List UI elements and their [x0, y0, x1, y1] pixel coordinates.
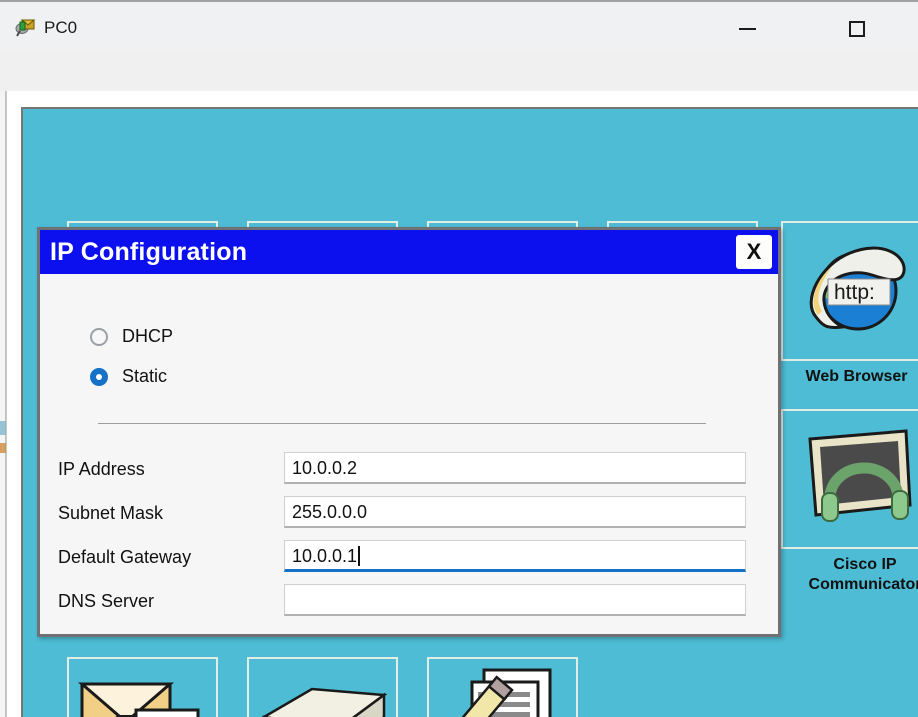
dialog-body: DHCP Static IP Address 10.0.0.2 Subnet M… — [40, 274, 778, 634]
minimize-icon — [738, 28, 756, 30]
field-row-dns-server: DNS Server — [40, 584, 778, 618]
ip-configuration-dialog: IP Configuration X DHCP Static IP Addres… — [37, 227, 781, 637]
pppoe-dialer-icon — [256, 681, 390, 717]
web-browser-label: Web Browser — [805, 368, 908, 385]
web-browser-icon: http: — [798, 235, 916, 347]
default-gateway-label: Default Gateway — [58, 547, 192, 567]
dns-server-label: DNS Server — [58, 591, 155, 611]
ip-communicator-label: Cisco IP Communicator — [808, 556, 918, 593]
maximize-icon — [849, 21, 865, 37]
text-editor-tile-box[interactable] — [427, 657, 578, 717]
maximize-button[interactable] — [834, 12, 880, 46]
pppoe-dialer-tile-box[interactable] — [247, 657, 398, 717]
desktop-tile-ip-communicator[interactable]: Cisco IP Communicator — [781, 409, 918, 595]
window-title: PC0 — [44, 18, 78, 37]
dialog-title: IP Configuration — [50, 238, 248, 266]
default-gateway-value: 10.0.0.1 — [292, 546, 358, 566]
text-caret — [358, 546, 360, 566]
ip-address-input[interactable]: 10.0.0.2 — [284, 452, 746, 484]
dns-server-input[interactable] — [284, 584, 746, 616]
desktop-tile-email[interactable]: @ E Mail — [67, 657, 218, 717]
radio-static-indicator[interactable] — [90, 367, 108, 386]
text-editor-icon — [438, 666, 568, 717]
close-icon[interactable]: X — [736, 235, 772, 269]
window-titlebar: PC0 — [0, 4, 918, 50]
dialog-titlebar: IP Configuration X — [40, 230, 778, 274]
desktop-pane: Text Editor http: Web — [21, 107, 918, 717]
default-gateway-input[interactable]: 10.0.0.1 — [284, 540, 746, 572]
radio-dhcp-indicator[interactable] — [90, 327, 108, 346]
web-browser-tile-box[interactable]: http: — [781, 221, 918, 361]
radio-dhcp-label: DHCP — [122, 326, 174, 346]
email-icon: @ — [77, 668, 208, 717]
tab-content-frame: Text Editor http: Web — [6, 91, 918, 717]
svg-text:http:: http: — [834, 281, 875, 304]
subnet-mask-input[interactable]: 255.0.0.0 — [284, 496, 746, 528]
subnet-mask-value: 255.0.0.0 — [292, 502, 368, 522]
pt-device-icon — [14, 16, 38, 40]
ip-communicator-tile-box[interactable] — [781, 409, 918, 549]
radio-dhcp[interactable]: DHCP — [90, 326, 173, 347]
field-row-default-gateway: Default Gateway 10.0.0.1 — [40, 540, 778, 574]
email-tile-box[interactable]: @ — [67, 657, 218, 717]
pc0-window: PC0 Physical Config Desktop — [0, 0, 918, 717]
desktop-tile-web-browser[interactable]: http: Web Browser — [781, 221, 918, 387]
field-row-ip-address: IP Address 10.0.0.2 — [40, 452, 778, 486]
ip-address-value: 10.0.0.2 — [292, 458, 358, 478]
desktop-tile-pppoe-dialer[interactable]: PPPoE Dialer — [247, 657, 398, 717]
ip-address-label: IP Address — [58, 459, 145, 479]
desktop-tile-text-editor[interactable]: Text Editor — [427, 657, 578, 717]
dialog-separator — [98, 423, 706, 424]
field-row-subnet-mask: Subnet Mask 255.0.0.0 — [40, 496, 778, 530]
subnet-mask-label: Subnet Mask — [58, 503, 164, 523]
tab-strip: Physical Config Desktop — [0, 50, 918, 139]
minimize-button[interactable] — [724, 12, 770, 46]
radio-static[interactable]: Static — [90, 366, 167, 387]
radio-static-label: Static — [122, 366, 168, 386]
ip-communicator-icon — [794, 423, 918, 535]
